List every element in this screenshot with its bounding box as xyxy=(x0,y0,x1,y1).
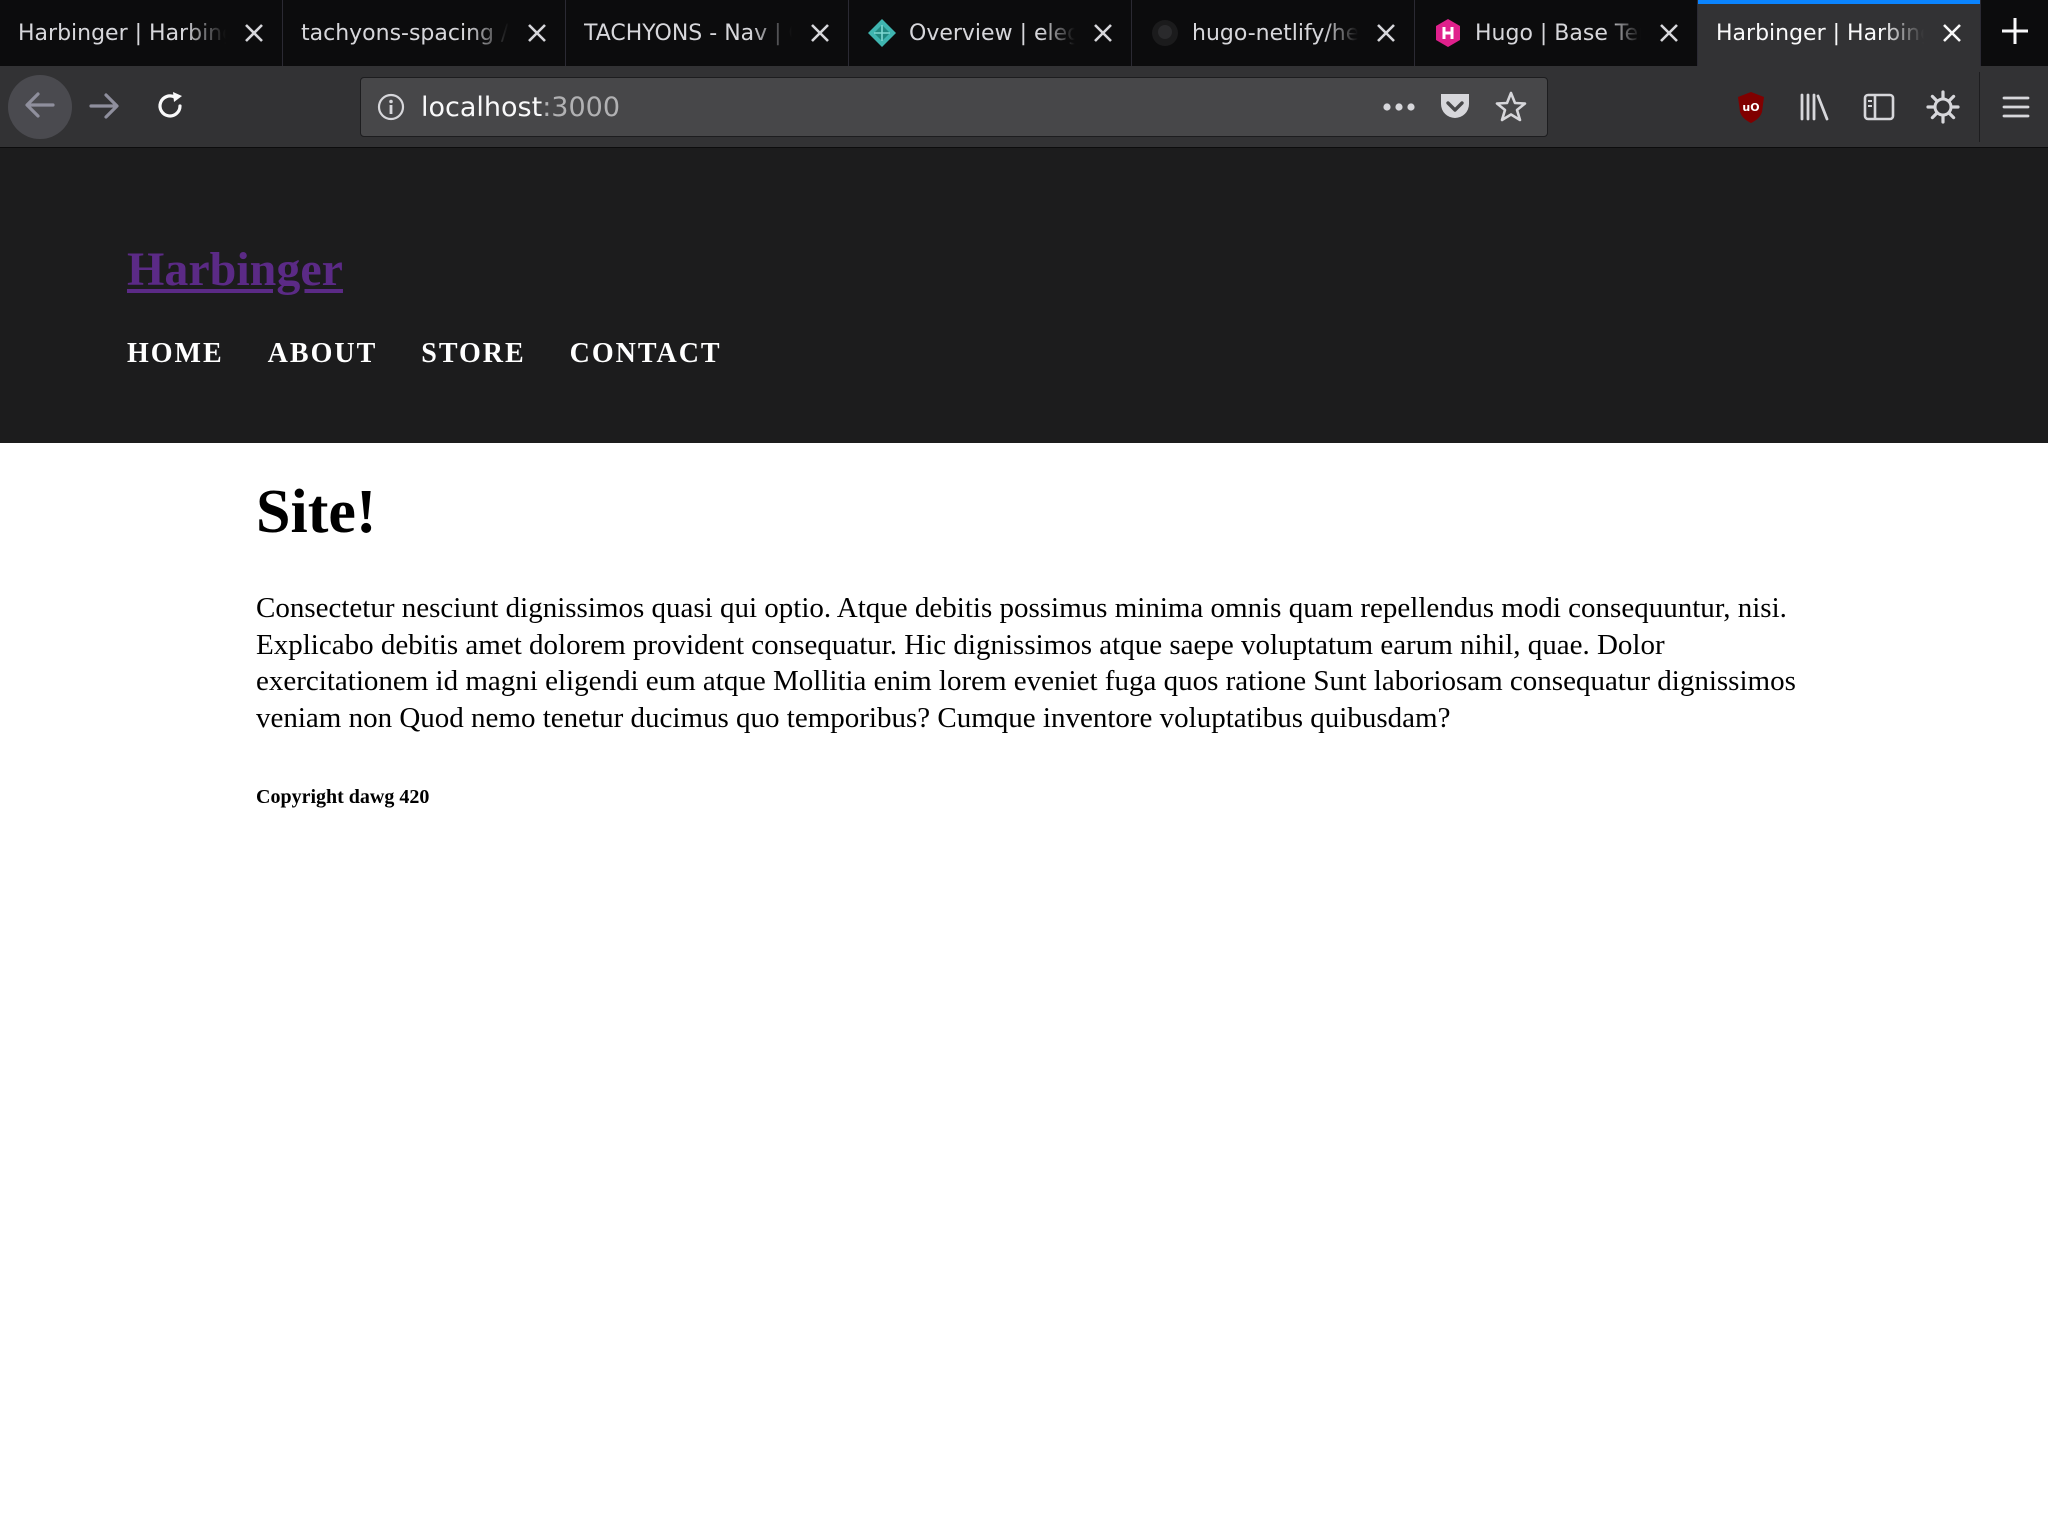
tab-hugo-base-templates[interactable]: Hugo | Base Templates xyxy=(1415,0,1698,66)
page-title: Site! xyxy=(256,478,377,546)
tab-title: Harbinger | Harbinger xyxy=(1716,20,1924,46)
nav-link-contact[interactable]: CONTACT xyxy=(570,338,722,370)
ublock-origin-icon[interactable]: uO xyxy=(1719,66,1783,148)
site-nav: HOME ABOUT STORE CONTACT xyxy=(127,338,2048,370)
sidebar-icon[interactable] xyxy=(1847,66,1911,148)
pocket-icon[interactable] xyxy=(1427,79,1483,135)
tab-title: tachyons-spacing / TACHYONS xyxy=(301,20,509,46)
close-tab-icon[interactable] xyxy=(226,0,282,66)
more-actions-icon[interactable] xyxy=(1371,79,1427,135)
site-info-icon[interactable] xyxy=(361,77,421,137)
hamburger-menu-icon[interactable] xyxy=(1984,66,2048,148)
tab-overview-elegant[interactable]: Overview | elegant xyxy=(849,0,1132,66)
forward-button[interactable] xyxy=(78,82,130,134)
tab-title: hugo-netlify/hello xyxy=(1192,20,1358,46)
back-button[interactable] xyxy=(8,75,72,139)
arrow-left-icon xyxy=(23,88,57,126)
reload-icon xyxy=(153,89,187,127)
tab-title: Harbinger | Harbinger xyxy=(18,20,226,46)
close-tab-icon[interactable] xyxy=(1358,0,1414,66)
url-bar[interactable]: localhost:3000 xyxy=(360,77,1548,137)
close-tab-icon[interactable] xyxy=(1641,0,1697,66)
hugo-icon xyxy=(1433,18,1463,48)
web-page: Harbinger HOME ABOUT STORE CONTACT Site!… xyxy=(0,148,2048,1536)
body-paragraph: Consectetur nesciunt dignissimos quasi q… xyxy=(256,592,1796,734)
gear-icon[interactable] xyxy=(1911,66,1975,148)
new-tab-button[interactable] xyxy=(1981,0,2048,66)
github-icon xyxy=(1150,18,1180,48)
tab-harbinger[interactable]: Harbinger | Harbinger xyxy=(0,0,283,66)
close-tab-icon[interactable] xyxy=(792,0,848,66)
tab-tachyons-spacing[interactable]: tachyons-spacing / TACHYONS xyxy=(283,0,566,66)
close-tab-icon[interactable] xyxy=(1075,0,1131,66)
close-tab-icon[interactable] xyxy=(509,0,565,66)
arrow-right-icon xyxy=(87,89,121,127)
tab-title: TACHYONS - Nav | Components xyxy=(584,20,792,46)
footer-copyright: Copyright dawg 420 xyxy=(256,786,430,809)
close-tab-icon[interactable] xyxy=(1924,0,1980,66)
tab-title: Hugo | Base Templates xyxy=(1475,20,1641,46)
nav-toolbar: localhost:3000 uO xyxy=(0,66,2048,148)
toolbar-divider xyxy=(1979,72,1980,142)
tab-strip: Harbinger | Harbinger tachyons-spacing /… xyxy=(0,0,2048,66)
nav-link-store[interactable]: STORE xyxy=(421,338,525,370)
url-host: localhost xyxy=(421,91,543,123)
library-icon[interactable] xyxy=(1783,66,1847,148)
bookmark-star-icon[interactable] xyxy=(1483,79,1539,135)
url-text[interactable]: localhost:3000 xyxy=(421,92,1371,123)
plus-icon xyxy=(2000,16,2030,50)
nav-link-about[interactable]: ABOUT xyxy=(268,338,378,370)
url-actions xyxy=(1371,79,1547,135)
tab-harbinger-active[interactable]: Harbinger | Harbinger xyxy=(1698,0,1981,66)
site-logo-link[interactable]: Harbinger xyxy=(127,246,343,294)
netlify-icon xyxy=(867,18,897,48)
main-content: Site! Consectetur nesciunt dignissimos q… xyxy=(256,478,1796,809)
url-port: :3000 xyxy=(542,91,621,123)
svg-text:uO: uO xyxy=(1742,101,1759,114)
toolbar-extensions: uO xyxy=(1719,66,2048,148)
nav-link-home[interactable]: HOME xyxy=(127,338,224,370)
tab-title: Overview | elegant xyxy=(909,20,1075,46)
site-header: Harbinger HOME ABOUT STORE CONTACT xyxy=(0,148,2048,443)
tab-hugo-netlify[interactable]: hugo-netlify/hello xyxy=(1132,0,1415,66)
tab-tachyons-nav[interactable]: TACHYONS - Nav | Components xyxy=(566,0,849,66)
reload-button[interactable] xyxy=(144,82,196,134)
